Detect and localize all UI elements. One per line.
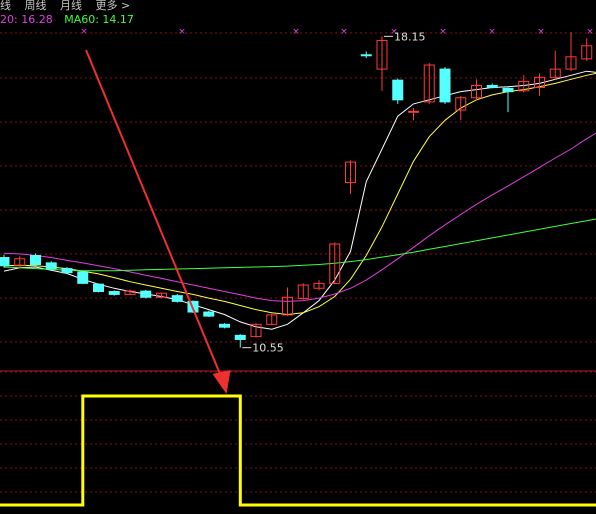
moving-averages bbox=[3, 70, 596, 330]
candle-down bbox=[171, 295, 183, 302]
arrow-head bbox=[212, 370, 231, 394]
candle-down bbox=[77, 271, 89, 284]
ma60-value: MA60: 14.17 bbox=[64, 13, 134, 26]
top-marker: × bbox=[340, 27, 348, 37]
tab-day[interactable]: 线 bbox=[0, 0, 11, 12]
candle-down bbox=[0, 257, 10, 267]
top-marker: × bbox=[488, 27, 496, 37]
candle-down bbox=[486, 84, 498, 89]
candle-down bbox=[360, 54, 372, 57]
candle-down bbox=[219, 323, 230, 328]
tab-more[interactable]: 更多 > bbox=[96, 0, 131, 12]
period-tabs: 线 周线 月线 更多 > bbox=[0, 0, 596, 12]
top-marker: × bbox=[439, 27, 447, 37]
ma-line-1 bbox=[3, 72, 596, 316]
candle-down bbox=[502, 87, 514, 93]
top-marker: × bbox=[537, 27, 545, 37]
candle-up bbox=[408, 110, 419, 113]
candle-down bbox=[234, 334, 246, 340]
top-marker: × bbox=[80, 27, 88, 37]
chart-area: × × × × × × × × × 18.15 10.55 bbox=[0, 0, 596, 510]
candle-down bbox=[108, 291, 120, 295]
grid bbox=[0, 32, 596, 493]
candle-down bbox=[203, 311, 215, 317]
kline-chart: × × × × × × × × × 18.1510.55 bbox=[0, 27, 596, 507]
tab-month[interactable]: 月线 bbox=[60, 0, 82, 12]
candle-down bbox=[439, 68, 451, 103]
indicator-panel bbox=[0, 394, 596, 507]
top-markers: × × × × × × × × × bbox=[80, 27, 594, 37]
top-marker: × bbox=[178, 27, 186, 37]
ma-line-3 bbox=[3, 218, 596, 272]
ma-line-2 bbox=[3, 132, 596, 302]
ma-line-0 bbox=[3, 70, 596, 330]
candle-down bbox=[140, 290, 152, 298]
candle-down bbox=[392, 79, 404, 101]
candle-down bbox=[30, 254, 41, 266]
ma20-value: 20: 16.28 bbox=[0, 13, 53, 26]
top-marker: × bbox=[586, 27, 594, 37]
arrow-shaft bbox=[85, 49, 224, 381]
tab-week[interactable]: 周线 bbox=[25, 0, 47, 12]
price-label: 10.55 bbox=[252, 342, 284, 355]
top-marker: × bbox=[292, 27, 300, 37]
indicator-line bbox=[0, 394, 596, 507]
candle-down bbox=[61, 268, 73, 274]
ma-readout: 20: 16.28 MA60: 14.17 bbox=[0, 13, 596, 27]
candle-down bbox=[93, 283, 104, 293]
candle-down bbox=[45, 262, 57, 270]
pointer-arrow bbox=[85, 49, 231, 394]
candles bbox=[0, 32, 593, 348]
price-label: 18.15 bbox=[394, 30, 426, 43]
